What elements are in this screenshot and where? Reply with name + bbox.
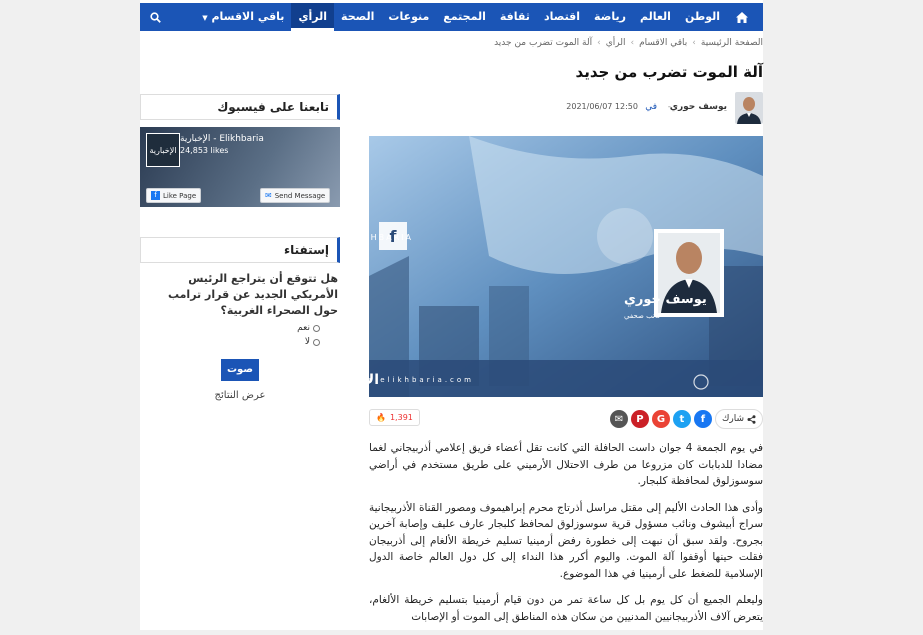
breadcrumb-current: آلة الموت تضرب من جديد — [494, 38, 593, 48]
nav-item-6[interactable]: المجتمع — [436, 3, 493, 31]
breadcrumb-separator: › — [692, 38, 696, 48]
author-name[interactable]: يوسف حوري — [670, 102, 727, 112]
article-body: في يوم الجمعة 4 جوان داست الحافلة التي ك… — [369, 440, 763, 635]
facebook-icon[interactable]: f — [693, 410, 712, 428]
poll-results-link[interactable]: عرض النتائج — [140, 390, 340, 401]
flame-icon: 🔥 — [376, 413, 386, 422]
views-badge: 1,391 🔥 — [369, 409, 420, 426]
vote-button[interactable]: صوت — [221, 359, 259, 381]
share-label: شارك — [721, 414, 744, 424]
fb-page-name[interactable]: الإخبارية - Elikhbaria — [180, 134, 300, 144]
article-paragraph: في يوم الجمعة 4 جوان داست الحافلة التي ك… — [369, 442, 763, 487]
article-paragraph: وأدى هذا الحادث الأليم إلى مقتل مراسل أذ… — [369, 501, 763, 580]
author-meta: يوسف حوري - في 2021/06/07 12:50 — [369, 92, 763, 124]
facebook-widget-title: تابعنا على فيسبوك — [140, 94, 340, 120]
fb-likes-count: 24,853 likes — [180, 146, 229, 155]
page: الوطن العالم رياضة اقتصاد ثقافة المجتمع … — [140, 0, 763, 630]
meta-separator: - — [667, 102, 671, 112]
nav-more-label: باقي الاقسام — [211, 10, 285, 23]
date-prefix: في — [645, 102, 657, 112]
breadcrumb-home[interactable]: الصفحة الرئيسية — [701, 38, 763, 48]
poll-widget-title: إستفتاء — [140, 237, 340, 263]
page-title: آلة الموت تضرب من جديد — [575, 63, 763, 81]
nav-item-8[interactable]: الصحة — [334, 3, 381, 31]
nav-item-10[interactable]: باقي الاقسام ▼ — [195, 3, 291, 31]
views-count: 1,391 — [389, 413, 413, 422]
messenger-icon: ✉ — [265, 191, 272, 200]
article-paragraph: وليعلم الجميع أن كل يوم بل كل ساعة تمر م… — [369, 594, 763, 623]
radio-button[interactable] — [313, 338, 320, 346]
radio-button[interactable] — [313, 324, 320, 332]
nav-item-1[interactable]: الوطن — [678, 3, 727, 31]
nav-item-3[interactable]: رياضة — [587, 3, 633, 31]
fb-like-button[interactable]: f Like Page — [146, 188, 202, 203]
chevron-down-icon: ▼ — [202, 14, 208, 22]
breadcrumb: الصفحة الرئيسية › باقي الاقسام › الرأي ›… — [494, 38, 763, 48]
nav-item-9[interactable]: الرأي — [291, 3, 335, 31]
poll-option-label: لا — [304, 337, 310, 347]
fb-send-button[interactable]: ✉ Send Message — [260, 188, 331, 203]
poll-question: هل تتوقع أن يتراجع الرئيس الأمريكي الجدي… — [167, 272, 338, 317]
email-icon[interactable]: ✉ — [609, 410, 628, 428]
twitter-icon[interactable]: t — [672, 410, 691, 428]
breadcrumb-category[interactable]: الرأي — [606, 38, 626, 48]
fb-like-label: Like Page — [163, 191, 197, 200]
poll-option-no[interactable]: لا — [140, 337, 340, 347]
nav-item-5[interactable]: ثقافة — [493, 3, 537, 31]
nav-item-4[interactable]: اقتصاد — [537, 3, 587, 31]
hero-name: يوسف حوري — [624, 292, 707, 307]
hero-brand: ELIKHBARIA — [369, 233, 413, 242]
facebook-icon: f — [151, 191, 160, 200]
hero-role: كاتب صحفي — [624, 312, 661, 320]
share-button[interactable]: شارك — [714, 409, 763, 429]
home-icon[interactable] — [727, 3, 757, 31]
share-bar: شارك f t G P ✉ 1,391 🔥 — [369, 408, 763, 430]
hero-image: f ELIKHBARIA الإخبارية www.elikhbaria.co… — [369, 136, 763, 397]
share-icon — [747, 414, 756, 424]
sidebar: تابعنا على فيسبوك الإخبارية الإخبارية - … — [140, 94, 340, 401]
avatar[interactable] — [735, 92, 763, 124]
facebook-page-plugin[interactable]: الإخبارية الإخبارية - Elikhbaria 24,853 … — [140, 127, 340, 207]
breadcrumb-separator: › — [597, 38, 601, 48]
nav-item-2[interactable]: العالم — [633, 3, 678, 31]
poll-option-yes[interactable]: نعم — [140, 323, 340, 333]
search-icon[interactable] — [144, 3, 166, 31]
nav-item-7[interactable]: منوعات — [381, 3, 436, 31]
fb-send-label: Send Message — [274, 191, 326, 200]
pinterest-icon[interactable]: P — [630, 410, 649, 428]
poll-option-label: نعم — [297, 323, 310, 333]
breadcrumb-section[interactable]: باقي الاقسام — [639, 38, 687, 48]
fb-page-logo[interactable]: الإخبارية — [146, 133, 180, 167]
breadcrumb-separator: › — [630, 38, 635, 48]
publish-date: 2021/06/07 12:50 — [566, 102, 638, 111]
google-icon[interactable]: G — [651, 410, 670, 428]
poll-widget: إستفتاء هل تتوقع أن يتراجع الرئيس الأمري… — [140, 237, 340, 401]
main-nav: الوطن العالم رياضة اقتصاد ثقافة المجتمع … — [140, 3, 763, 31]
hero-url: www.elikhbaria.com — [369, 376, 474, 384]
